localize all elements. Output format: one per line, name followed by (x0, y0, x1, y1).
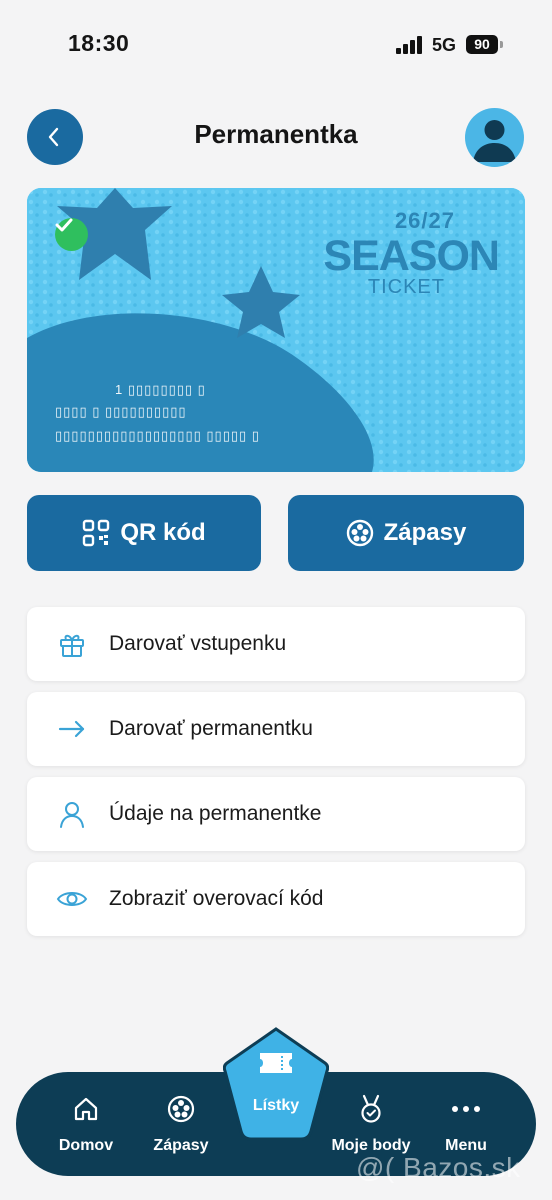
nav-label: Domov (58, 1137, 114, 1154)
option-ticket-details[interactable]: Údaje na permanentke (27, 777, 525, 851)
arrow-right-icon (55, 712, 89, 746)
option-gift-ticket[interactable]: Darovať vstupenku (27, 607, 525, 681)
ticket-holder-line-3: ▯▯▯▯▯▯▯▯▯▯▯▯▯▯▯▯▯▯ ▯▯▯▯▯ ▯ (55, 428, 260, 443)
ticket-holder-line-1: 1 ▯▯▯▯▯▯▯▯ ▯ (115, 382, 206, 397)
qr-code-label: QR kód (120, 519, 206, 546)
nav-label: Lístky (252, 1097, 300, 1114)
option-gift-season-ticket[interactable]: Darovať permanentku (27, 692, 525, 766)
user-silhouette-icon (473, 120, 516, 162)
option-label: Darovať permanentku (109, 717, 313, 740)
center-tab-shape (222, 1027, 330, 1141)
option-show-verification-code[interactable]: Zobraziť overovací kód (27, 862, 525, 936)
battery-tip (500, 41, 503, 48)
medal-icon (326, 1094, 416, 1124)
ticket-holder-line-2: ▯▯▯▯ ▯ ▯▯▯▯▯▯▯▯▯▯ (55, 404, 187, 419)
option-label: Darovať vstupenku (109, 632, 287, 655)
qr-code-icon (83, 519, 110, 547)
nav-item-menu[interactable]: Menu (421, 1094, 511, 1155)
matches-label: Zápasy (383, 519, 467, 546)
profile-avatar[interactable] (465, 108, 524, 167)
football-icon (346, 519, 373, 547)
season-ticket-card[interactable]: 26/27 SEASON TICKET 1 ▯▯▯▯▯▯▯▯ ▯ ▯▯▯▯ ▯ … (27, 188, 525, 472)
nav-item-my-points[interactable]: Moje body (326, 1094, 416, 1155)
status-time: 18:30 (68, 30, 130, 56)
app-screen: 18:30 5G 90 Permanentka 26/27 SEASON TIC… (0, 0, 552, 1200)
home-icon (41, 1094, 131, 1124)
verified-check-icon (55, 218, 88, 251)
gift-icon (55, 627, 89, 661)
ticket-season-word: SEASON (323, 232, 500, 280)
nav-label: Zápasy (153, 1137, 209, 1154)
nav-item-home[interactable]: Domov (41, 1094, 131, 1155)
nav-item-tickets[interactable]: Lístky (222, 1027, 330, 1143)
ticket-icon (260, 1053, 292, 1073)
network-type: 5G (432, 35, 457, 55)
status-bar: 18:30 5G 90 (0, 0, 552, 88)
battery-icon: 90 (466, 35, 498, 54)
eye-icon (55, 882, 89, 916)
option-label: Zobraziť overovací kód (109, 887, 324, 910)
more-icon (421, 1094, 511, 1124)
watermark: @( Bazos.sk (356, 1152, 521, 1183)
matches-button[interactable]: Zápasy (288, 495, 524, 571)
nav-item-matches[interactable]: Zápasy (136, 1094, 226, 1155)
qr-code-button[interactable]: QR kód (27, 495, 261, 571)
cellular-signal-icon (396, 36, 424, 54)
ticket-season-year: 26/27 (394, 208, 455, 233)
option-label: Údaje na permanentke (109, 802, 322, 825)
football-icon (136, 1094, 226, 1124)
ticket-season-sub: TICKET (367, 276, 445, 298)
user-icon (55, 797, 89, 831)
